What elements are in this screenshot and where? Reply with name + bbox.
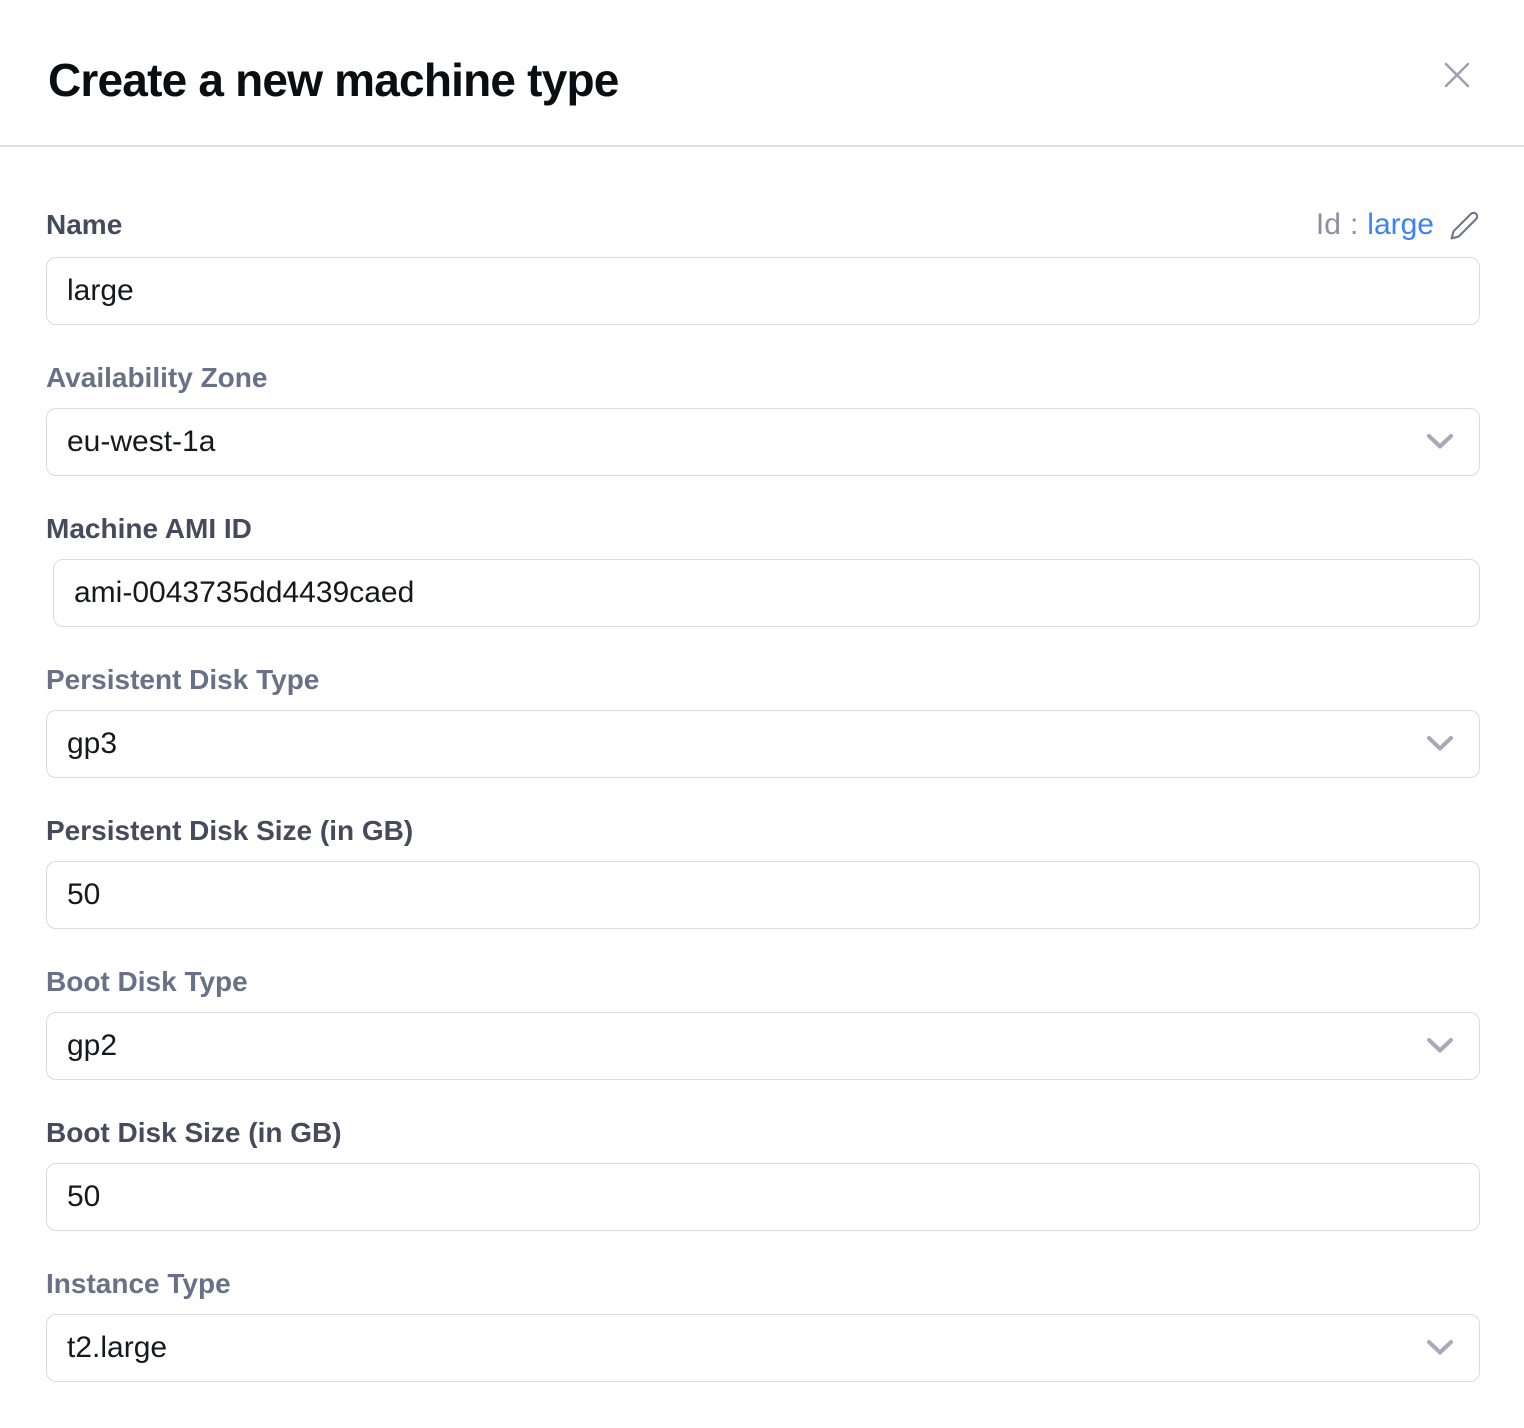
create-machine-type-modal: Create a new machine type Name Id : larg… (0, 0, 1524, 1428)
chevron-down-icon (1425, 735, 1455, 753)
id-value: large (1367, 208, 1434, 242)
chevron-down-icon (1425, 1339, 1455, 1357)
chevron-down-icon (1425, 433, 1455, 451)
machine-ami-id-field[interactable] (53, 559, 1480, 627)
instance-type-label: Instance Type (46, 1269, 1480, 1299)
persistent-disk-size-row: Persistent Disk Size (in GB) (46, 816, 1480, 929)
availability-zone-label: Availability Zone (46, 363, 1480, 393)
id-separator: : (1350, 208, 1358, 242)
name-row: Name Id : large (46, 208, 1480, 325)
availability-zone-value: eu-west-1a (67, 425, 215, 459)
instance-type-row: Instance Type t2.large (46, 1269, 1480, 1382)
boot-disk-type-value: gp2 (67, 1029, 117, 1063)
page-title: Create a new machine type (48, 53, 619, 107)
availability-zone-row: Availability Zone eu-west-1a (46, 363, 1480, 476)
machine-ami-id-row: Machine AMI ID (46, 514, 1480, 627)
boot-disk-type-row: Boot Disk Type gp2 (46, 967, 1480, 1080)
boot-disk-size-field[interactable] (46, 1163, 1480, 1231)
availability-zone-select[interactable]: eu-west-1a (46, 408, 1480, 476)
modal-header: Create a new machine type (0, 0, 1524, 147)
chevron-down-icon (1425, 1037, 1455, 1055)
persistent-disk-size-label: Persistent Disk Size (in GB) (46, 816, 1480, 846)
name-field[interactable] (46, 257, 1480, 325)
persistent-disk-size-field[interactable] (46, 861, 1480, 929)
boot-disk-size-row: Boot Disk Size (in GB) (46, 1118, 1480, 1231)
boot-disk-size-label: Boot Disk Size (in GB) (46, 1118, 1480, 1148)
instance-type-value: t2.large (67, 1331, 167, 1365)
pencil-icon[interactable] (1443, 210, 1480, 241)
close-icon[interactable] (1436, 54, 1478, 96)
machine-type-form: Name Id : large Availability Zone eu-w (0, 147, 1524, 1428)
machine-id-display: Id : large (1316, 208, 1480, 242)
persistent-disk-type-value: gp3 (67, 727, 117, 761)
id-label: Id (1316, 208, 1341, 242)
name-label: Name (46, 210, 122, 240)
boot-disk-type-label: Boot Disk Type (46, 967, 1480, 997)
persistent-disk-type-label: Persistent Disk Type (46, 665, 1480, 695)
persistent-disk-type-select[interactable]: gp3 (46, 710, 1480, 778)
persistent-disk-type-row: Persistent Disk Type gp3 (46, 665, 1480, 778)
instance-type-select[interactable]: t2.large (46, 1314, 1480, 1382)
boot-disk-type-select[interactable]: gp2 (46, 1012, 1480, 1080)
machine-ami-id-label: Machine AMI ID (46, 514, 1480, 544)
